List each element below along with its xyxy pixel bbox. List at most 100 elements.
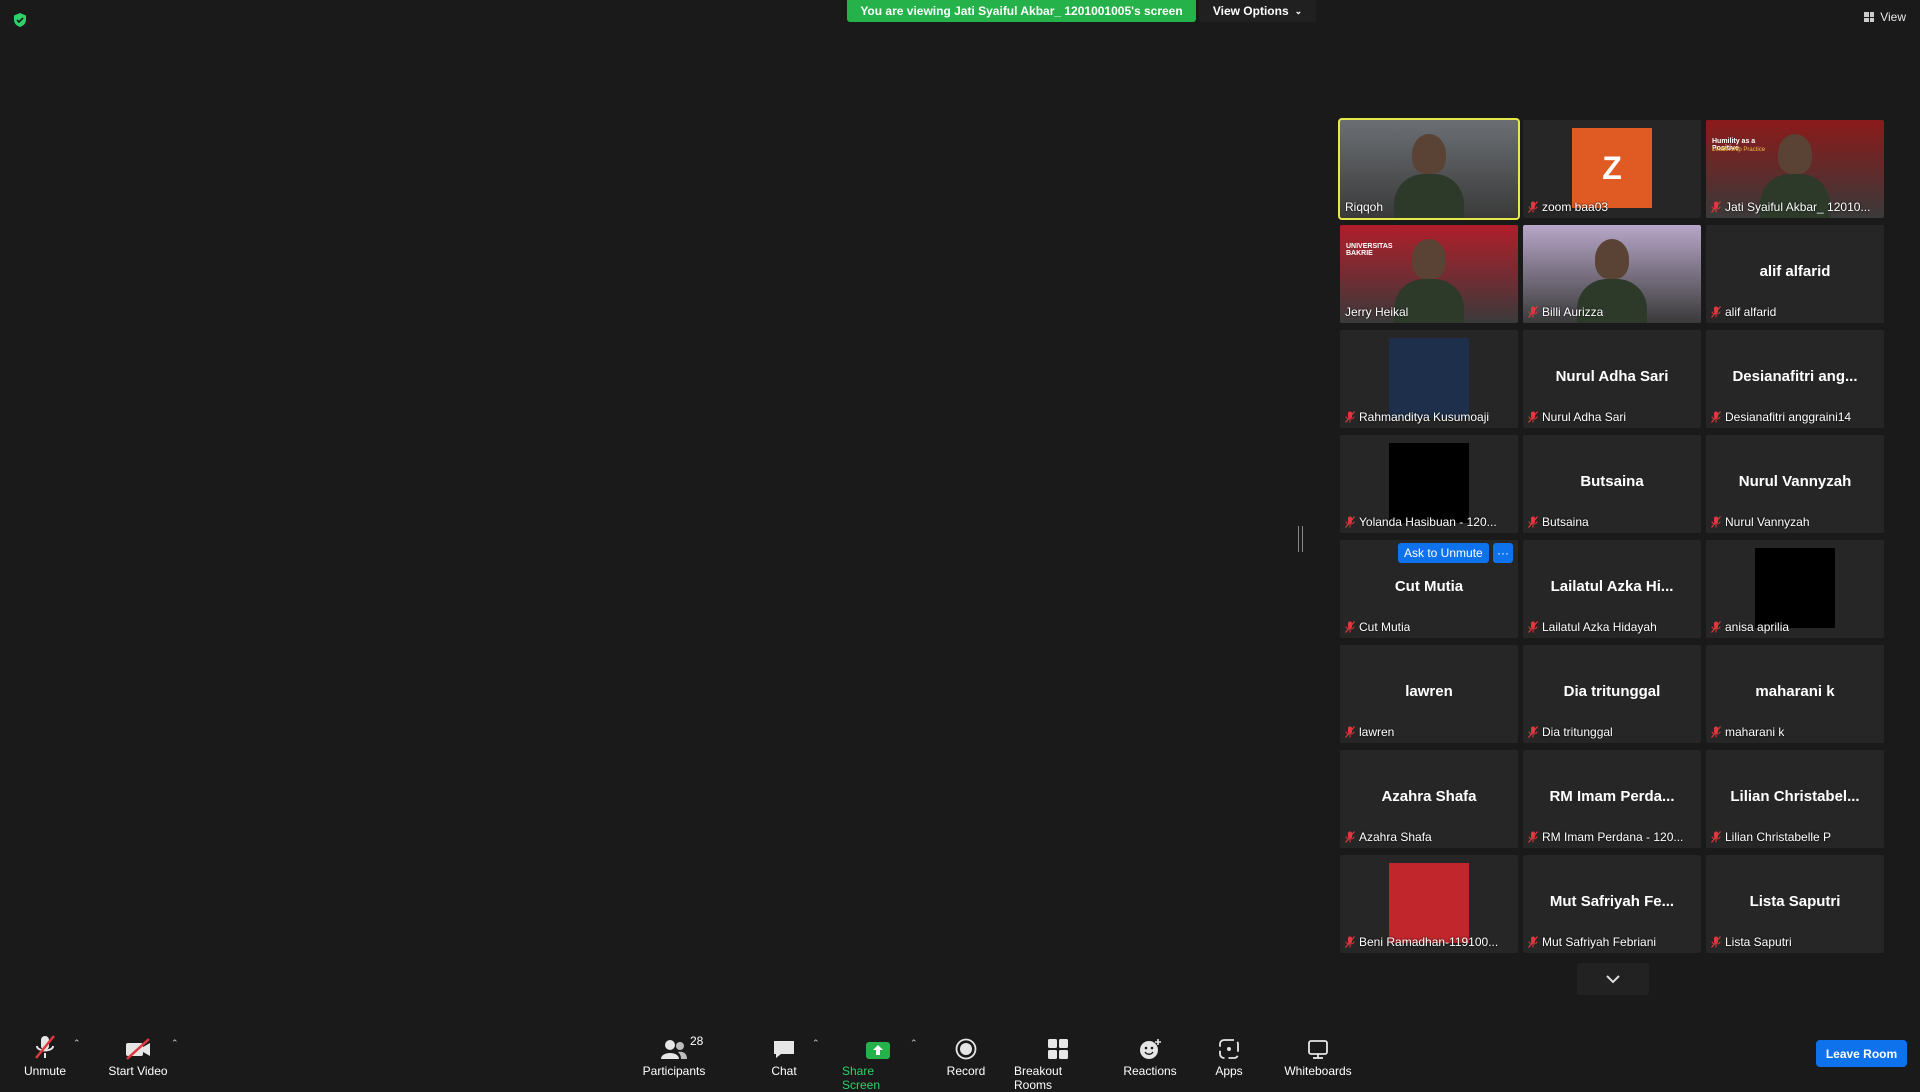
ask-to-unmute-button[interactable]: Ask to Unmute — [1398, 543, 1489, 563]
view-options-button[interactable]: View Options ⌄ — [1199, 0, 1316, 22]
share-options-caret[interactable]: ⌃ — [910, 1038, 918, 1049]
audio-options-caret[interactable]: ⌃ — [73, 1038, 81, 1049]
microphone-muted-icon — [1528, 201, 1538, 213]
participant-tile[interactable]: Billi Aurizza — [1523, 225, 1701, 323]
unmute-button[interactable]: Unmute — [20, 1032, 70, 1078]
participant-tile[interactable]: Mut Safriyah Fe... Mut Safriyah Febriani — [1523, 855, 1701, 953]
start-video-button[interactable]: Start Video — [108, 1032, 168, 1078]
smiley-plus-icon — [1140, 1039, 1161, 1059]
microphone-muted-icon — [1528, 516, 1538, 528]
breakout-rooms-icon — [1048, 1039, 1068, 1059]
participant-tile[interactable]: Cut Mutia Ask to Unmute ··· Cut Mutia — [1340, 540, 1518, 638]
participant-name: lawren — [1359, 725, 1395, 739]
reactions-label: Reactions — [1123, 1064, 1177, 1078]
apps-icon — [1219, 1039, 1239, 1059]
participant-tile[interactable]: Beni Ramadhan-119100... — [1340, 855, 1518, 953]
participant-name: Jati Syaiful Akbar_ 12010... — [1725, 200, 1871, 214]
participant-tile[interactable]: Butsaina Butsaina — [1523, 435, 1701, 533]
banner-text: You are viewing Jati Syaiful Akbar_ 1201… — [860, 4, 1183, 18]
participant-tile[interactable]: RM Imam Perda... RM Imam Perdana - 120... — [1523, 750, 1701, 848]
participant-tile[interactable]: Azahra Shafa Azahra Shafa — [1340, 750, 1518, 848]
microphone-muted-icon — [1711, 411, 1721, 423]
participant-tile[interactable]: Yolanda Hasibuan - 120... — [1340, 435, 1518, 533]
participant-tile[interactable]: alif alfarid alif alfarid — [1706, 225, 1884, 323]
microphone-muted-icon — [1711, 516, 1721, 528]
chat-bubble-icon — [774, 1041, 794, 1058]
participant-name: Nurul Vannyzah — [1725, 515, 1810, 529]
participant-tile[interactable]: Nurul Vannyzah Nurul Vannyzah — [1706, 435, 1884, 533]
participant-tile[interactable]: lawren lawren — [1340, 645, 1518, 743]
participant-name-label: zoom baa03 — [1528, 200, 1696, 214]
microphone-muted-icon — [1528, 831, 1538, 843]
microphone-muted-icon — [1711, 936, 1721, 948]
participant-tile[interactable]: UNIVERSITAS BAKRIE Jerry Heikal — [1340, 225, 1518, 323]
video-slide-title: UNIVERSITAS BAKRIE — [1346, 243, 1393, 257]
participant-name: Dia tritunggal — [1542, 725, 1613, 739]
participant-name: maharani k — [1725, 725, 1785, 739]
unmute-label: Unmute — [23, 1064, 67, 1078]
reactions-button[interactable]: Reactions — [1122, 1032, 1178, 1078]
participant-name: anisa aprilia — [1725, 620, 1790, 634]
participant-name: Mut Safriyah Febriani — [1542, 935, 1657, 949]
participant-tile[interactable]: Lilian Christabel... Lilian Christabelle … — [1706, 750, 1884, 848]
participant-display-name: Dia tritunggal — [1563, 683, 1661, 700]
viewing-screen-banner: You are viewing Jati Syaiful Akbar_ 1201… — [847, 0, 1196, 22]
participant-tile[interactable]: Nurul Adha Sari Nurul Adha Sari — [1523, 330, 1701, 428]
microphone-muted-icon — [1345, 411, 1355, 423]
microphone-muted-icon — [1528, 726, 1538, 738]
participant-tile[interactable]: Zzoom baa03 — [1523, 120, 1701, 218]
participant-name-label: Beni Ramadhan-119100... — [1345, 935, 1513, 949]
whiteboards-label: Whiteboards — [1284, 1064, 1352, 1078]
chat-button[interactable]: Chat — [765, 1032, 803, 1078]
gallery-next-page-button[interactable] — [1577, 963, 1649, 995]
video-options-caret[interactable]: ⌃ — [171, 1038, 179, 1049]
breakout-rooms-button[interactable]: Breakout Rooms — [1014, 1032, 1102, 1092]
participants-count: 28 — [690, 1034, 704, 1048]
participant-display-name: alif alfarid — [1759, 263, 1831, 280]
participant-tile[interactable]: Dia tritunggal Dia tritunggal — [1523, 645, 1701, 743]
participant-tile[interactable]: Riqqoh — [1338, 118, 1520, 220]
view-options-label: View Options — [1212, 4, 1289, 18]
participant-name-label: Mut Safriyah Febriani — [1528, 935, 1696, 949]
more-options-button[interactable]: ··· — [1493, 543, 1513, 563]
panel-splitter-handle[interactable] — [1298, 526, 1303, 552]
share-screen-button[interactable]: Share Screen — [842, 1032, 914, 1092]
participant-name: Jerry Heikal — [1345, 305, 1409, 319]
participant-tile[interactable]: anisa aprilia — [1706, 540, 1884, 638]
leave-room-label: Leave Room — [1825, 1046, 1898, 1061]
microphone-muted-icon — [1528, 411, 1538, 423]
participant-display-name: Mut Safriyah Fe... — [1549, 893, 1675, 910]
participant-tile[interactable]: Desianafitri ang... Desianafitri anggrain… — [1706, 330, 1884, 428]
participant-display-name: Lailatul Azka Hi... — [1550, 578, 1674, 595]
encryption-shield-icon[interactable] — [12, 12, 28, 28]
participant-display-name: Butsaina — [1580, 473, 1644, 490]
apps-label: Apps — [1215, 1064, 1243, 1078]
participant-tile[interactable]: Rahmanditya Kusumoaji — [1340, 330, 1518, 428]
whiteboards-button[interactable]: Whiteboards — [1282, 1032, 1354, 1078]
chat-options-caret[interactable]: ⌃ — [812, 1038, 820, 1049]
microphone-muted-icon — [1528, 306, 1538, 318]
participant-tile[interactable]: Humility as a Positive Leadership Practic… — [1706, 120, 1884, 218]
participant-name: Lilian Christabelle P — [1725, 830, 1832, 844]
leave-room-button[interactable]: Leave Room — [1816, 1040, 1907, 1067]
participant-tile[interactable]: Lailatul Azka Hi... Lailatul Azka Hidayah — [1523, 540, 1701, 638]
participant-name: Lailatul Azka Hidayah — [1542, 620, 1657, 634]
share-screen-label: Share Screen — [842, 1064, 881, 1092]
participant-tile[interactable]: Lista Saputri Lista Saputri — [1706, 855, 1884, 953]
participant-display-name: Lilian Christabel... — [1730, 788, 1860, 805]
apps-button[interactable]: Apps — [1212, 1032, 1246, 1078]
participant-name: Beni Ramadhan-119100... — [1359, 935, 1499, 949]
participant-name-label: Butsaina — [1528, 515, 1696, 529]
participant-name-label: Rahmanditya Kusumoaji — [1345, 410, 1513, 424]
participant-display-name: Azahra Shafa — [1381, 788, 1477, 805]
record-button[interactable]: Record — [946, 1032, 986, 1078]
participant-name-label: RM Imam Perdana - 120... — [1528, 830, 1696, 844]
view-layout-button[interactable]: View — [1864, 10, 1906, 24]
participant-tile[interactable]: maharani k maharani k — [1706, 645, 1884, 743]
person-silhouette — [1595, 239, 1629, 279]
participant-name-label: Dia tritunggal — [1528, 725, 1696, 739]
participant-name-label: Lista Saputri — [1711, 935, 1879, 949]
microphone-muted-icon — [1711, 201, 1721, 213]
participant-display-name: lawren — [1405, 683, 1453, 700]
microphone-muted-icon — [1345, 831, 1355, 843]
